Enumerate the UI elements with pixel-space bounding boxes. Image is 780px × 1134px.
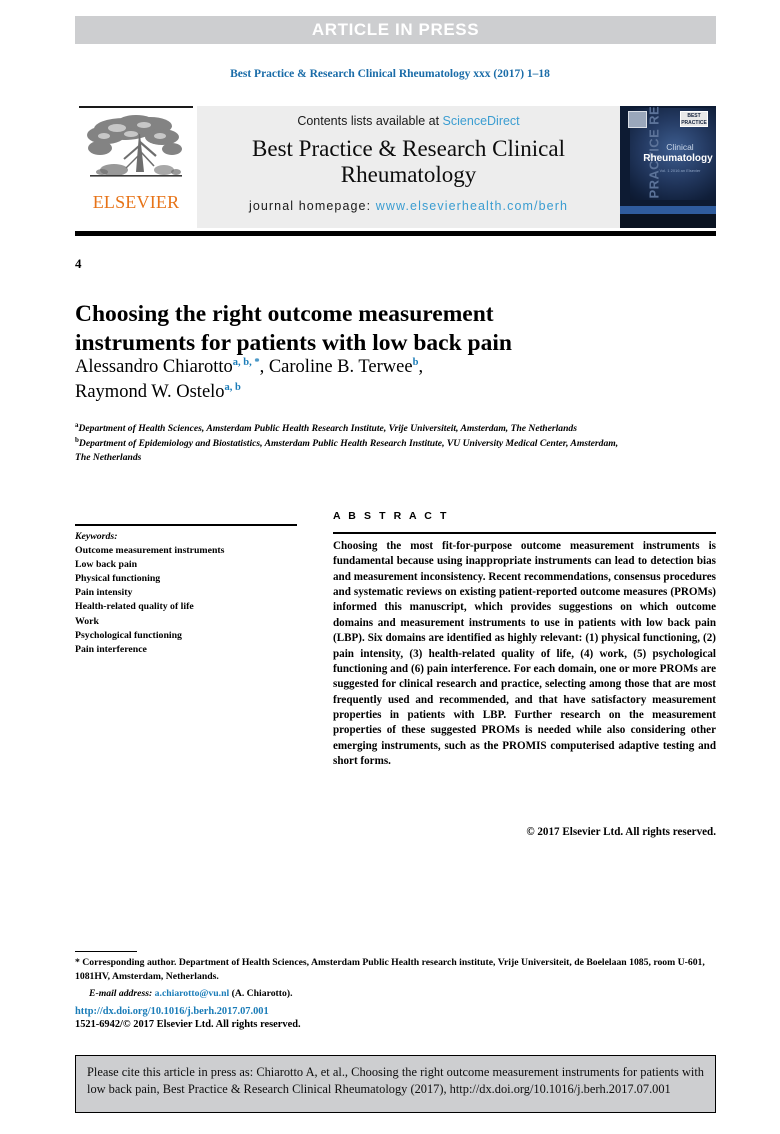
- cover-title-clinical: Clinical: [666, 142, 694, 152]
- keywords-top-rule: [75, 524, 297, 526]
- contents-lists-line: Contents lists available at ScienceDirec…: [297, 114, 519, 128]
- footnote-rule: [75, 951, 137, 953]
- affiliation-text: Department of Health Sciences, Amsterdam…: [78, 423, 577, 435]
- journal-article-first-page: ARTICLE IN PRESS Best Practice & Researc…: [0, 0, 780, 1134]
- homepage-label: journal homepage:: [248, 199, 376, 214]
- abstract-copyright: © 2017 Elsevier Ltd. All rights reserved…: [526, 826, 716, 838]
- email-address-label: E-mail address:: [89, 987, 153, 999]
- cover-subtitle: Vol. 1 2016 an Elsevier: [659, 168, 701, 173]
- author-affiliation-marks: a, b, *: [232, 356, 260, 368]
- cover-footer-band: [620, 214, 716, 228]
- elsevier-tree-icon: [87, 115, 182, 177]
- email-owner-suffix: (A. Chiarotto).: [231, 987, 293, 999]
- journal-homepage-link[interactable]: www.elsevierhealth.com/berh: [376, 199, 568, 213]
- contents-prefix-label: Contents lists available at: [297, 114, 443, 128]
- keyword-item: Low back pain: [75, 559, 138, 571]
- cover-best-practice-badge: BEST PRACTICE: [680, 111, 708, 127]
- author-name: Caroline B. Terwee: [268, 357, 413, 377]
- cover-accent-band: [620, 206, 716, 214]
- cover-title-rheumatology: Rheumatology: [643, 153, 713, 164]
- affiliation-text: Department of Epidemiology and Biostatis…: [75, 437, 619, 463]
- article-in-press-label: ARTICLE IN PRESS: [311, 20, 480, 39]
- keyword-item: Physical functioning: [75, 573, 161, 585]
- abstract-body: Choosing the most fit-for-purpose outcom…: [333, 540, 716, 768]
- cover-badge-icon: [628, 111, 647, 128]
- keyword-item: Outcome measurement instruments: [75, 545, 225, 557]
- footnote-block: * Corresponding author. Department of He…: [75, 956, 716, 1001]
- article-in-press-banner: ARTICLE IN PRESS: [75, 16, 716, 44]
- masthead-center-block: Contents lists available at ScienceDirec…: [197, 106, 620, 228]
- publisher-logo-block: ELSEVIER: [75, 106, 197, 228]
- affiliation-list: aDepartment of Health Sciences, Amsterda…: [75, 421, 635, 464]
- keyword-item: Psychological functioning: [75, 629, 182, 641]
- running-head: Best Practice & Research Clinical Rheuma…: [230, 68, 550, 80]
- keyword-item: Work: [75, 615, 99, 627]
- please-cite-box: Please cite this article in press as: Ch…: [75, 1055, 716, 1113]
- author-list: Alessandro Chiarottoa, b, *, Caroline B.…: [75, 356, 424, 402]
- keyword-item: Health-related quality of life: [75, 601, 194, 613]
- author-name: Raymond W. Ostelo: [75, 381, 225, 402]
- please-cite-text: Please cite this article in press as: Ch…: [87, 1065, 704, 1096]
- logo-top-rule: [79, 106, 193, 108]
- journal-cover-thumbnail: BEST PRACTICE PRACTICE RESEARCH Clinical…: [620, 106, 716, 228]
- journal-title: Best Practice & Research Clinical Rheuma…: [252, 136, 565, 188]
- doi-link[interactable]: http://dx.doi.org/10.1016/j.berh.2017.07…: [75, 1006, 269, 1017]
- masthead-bottom-rule: [75, 231, 716, 236]
- issn-copyright-line: 1521-6942/© 2017 Elsevier Ltd. All right…: [75, 1019, 301, 1030]
- corresponding-author-note: * Corresponding author. Department of He…: [75, 957, 705, 983]
- keywords-block: Keywords: Outcome measurement instrument…: [75, 530, 315, 657]
- keyword-item: Pain interference: [75, 643, 147, 655]
- journal-homepage-line: journal homepage: www.elsevierhealth.com…: [249, 199, 568, 213]
- email-line: E-mail address: a.chiarotto@vu.nl (A. Ch…: [75, 987, 716, 1001]
- abstract-heading: A B S T R A C T: [333, 510, 449, 522]
- keywords-heading: Keywords:: [75, 531, 118, 542]
- affiliation-item: aDepartment of Health Sciences, Amsterda…: [75, 421, 635, 436]
- page-number: 4: [75, 256, 82, 271]
- abstract-top-rule: [333, 532, 716, 534]
- keyword-item: Pain intensity: [75, 587, 133, 599]
- author-affiliation-marks: b: [412, 356, 419, 368]
- affiliation-item: bDepartment of Epidemiology and Biostati…: [75, 436, 635, 464]
- author-name: Alessandro Chiarotto: [75, 357, 233, 377]
- elsevier-wordmark: ELSEVIER: [92, 192, 180, 212]
- sciencedirect-link[interactable]: ScienceDirect: [443, 114, 520, 128]
- author-affiliation-marks: a, b: [224, 381, 241, 393]
- email-address-link[interactable]: a.chiarotto@vu.nl: [155, 988, 230, 999]
- article-title: Choosing the right outcome measurement i…: [75, 300, 512, 357]
- journal-masthead: ELSEVIER Contents lists available at Sci…: [75, 106, 716, 228]
